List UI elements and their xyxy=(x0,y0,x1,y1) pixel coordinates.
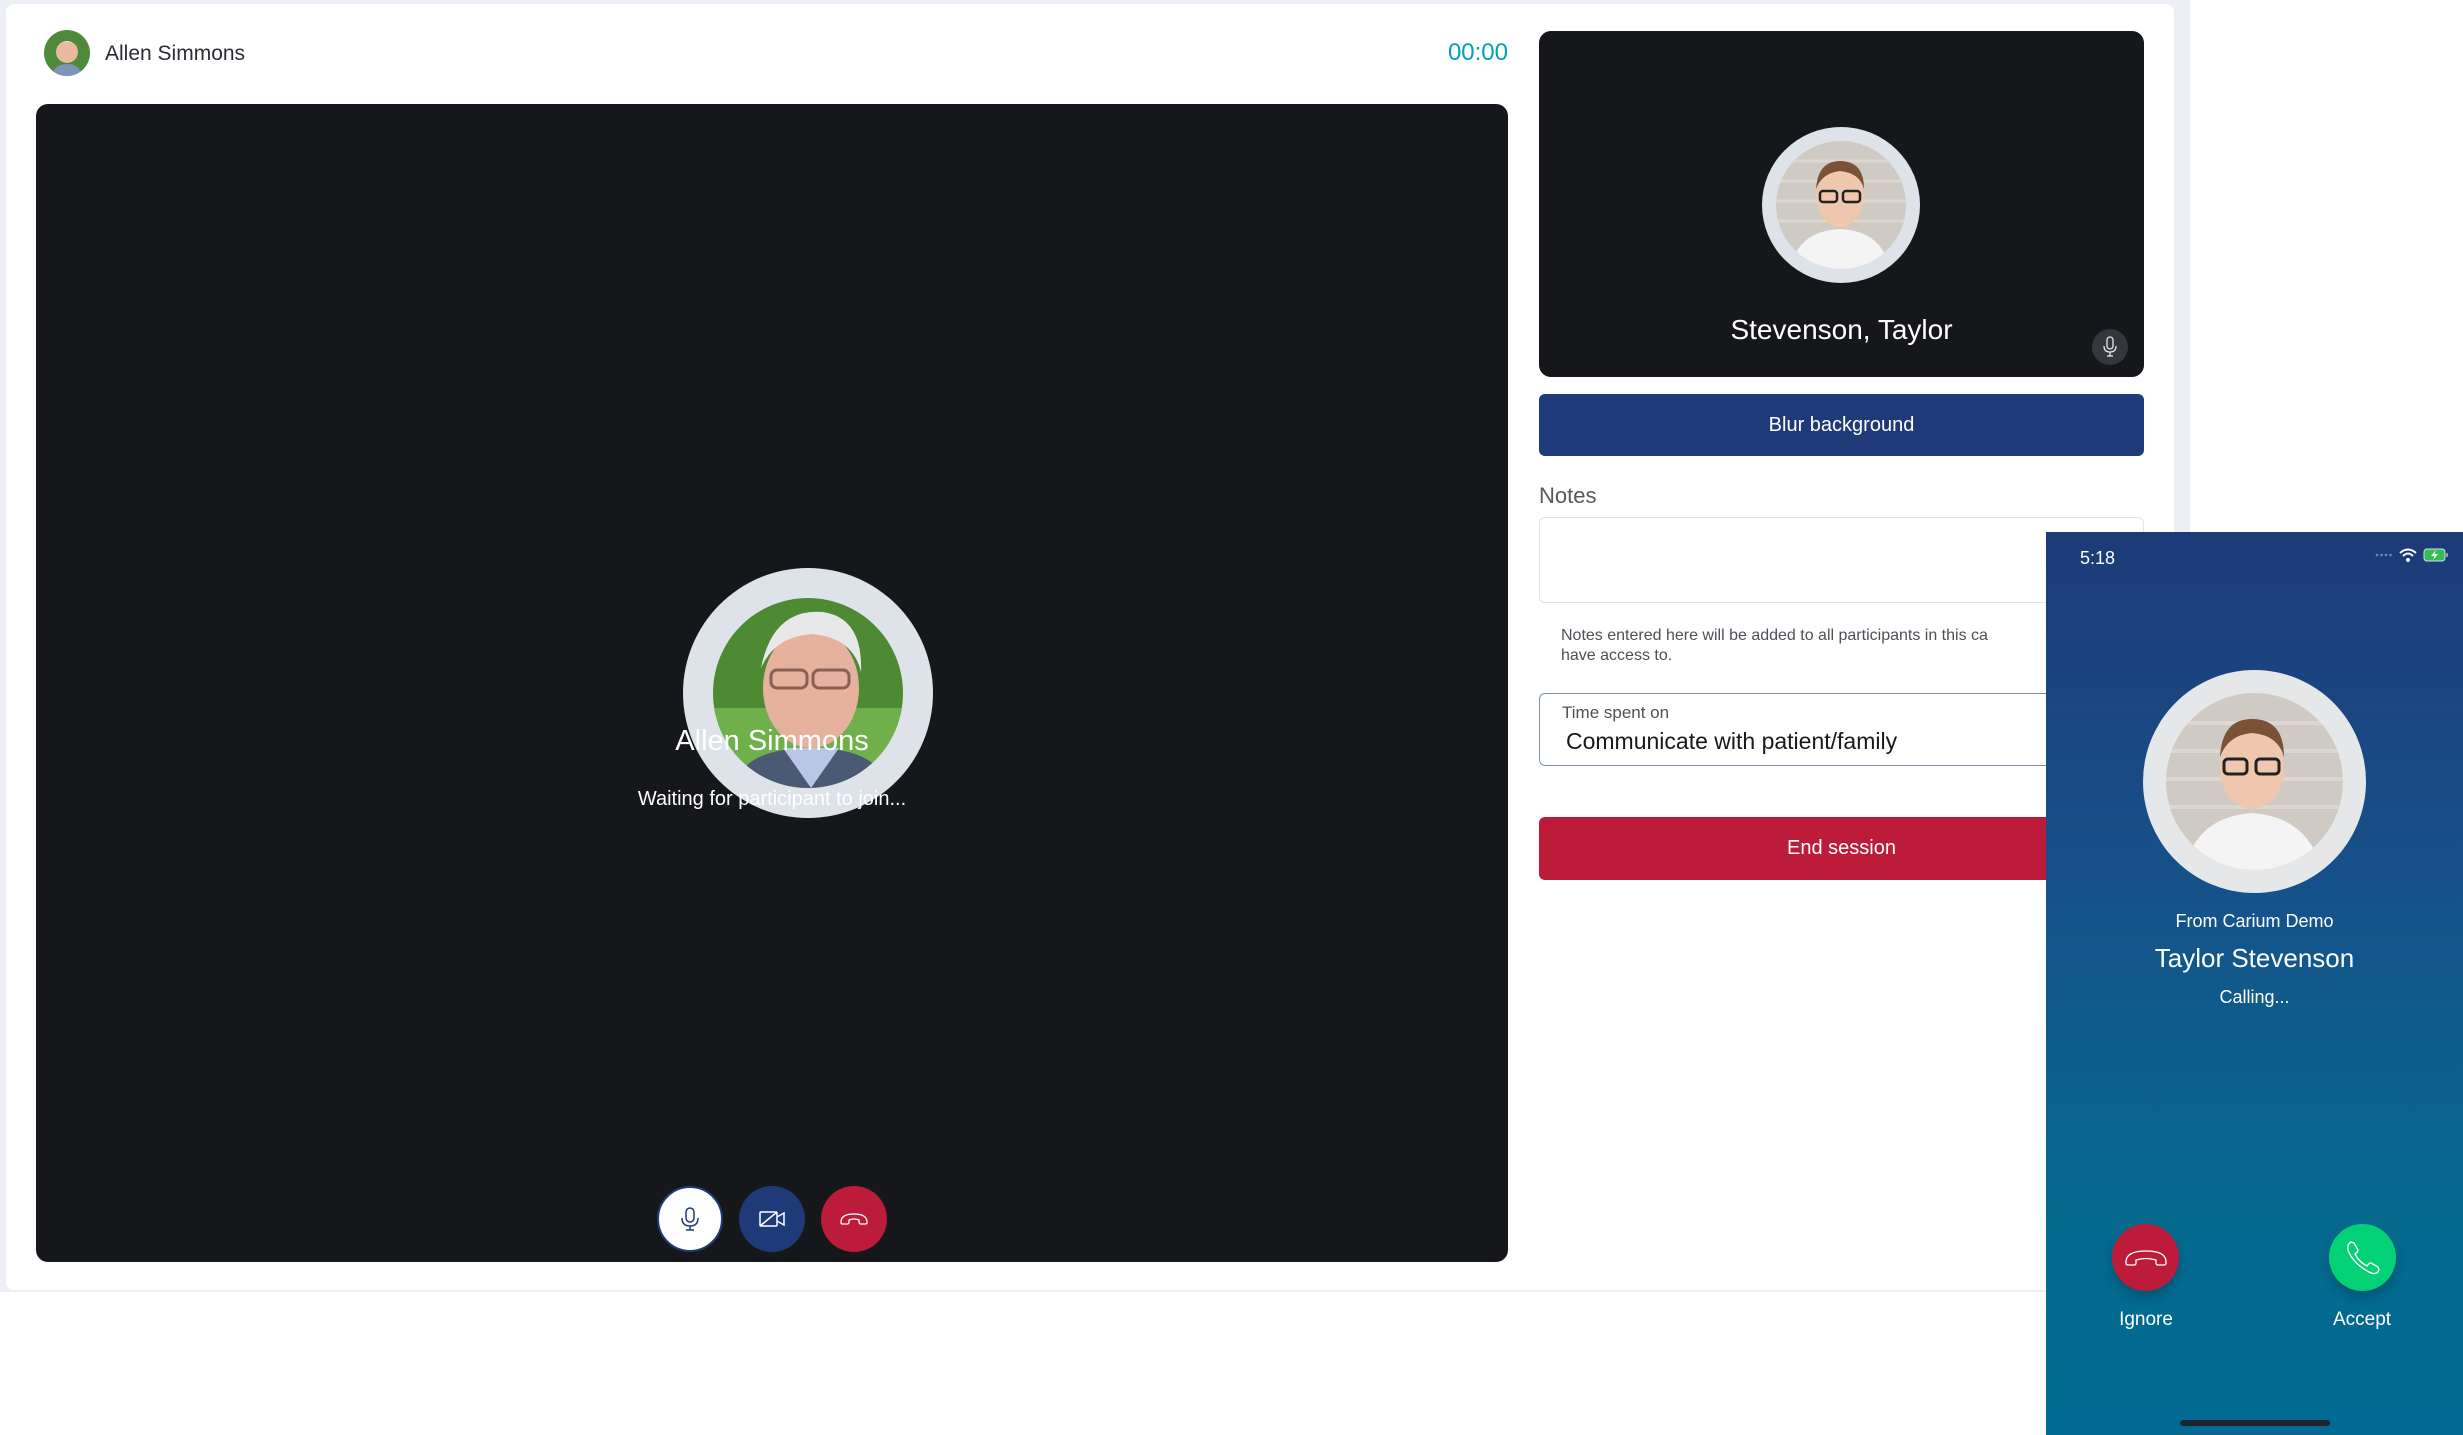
caller-organization: From Carium Demo xyxy=(2175,911,2334,931)
phone-hangup-icon xyxy=(840,1213,868,1225)
ignore-call-button[interactable] xyxy=(2112,1224,2179,1291)
wifi-icon xyxy=(2399,548,2417,562)
screen: Allen Simmons 00:00 Allen Simmons Waitin… xyxy=(0,0,2463,1435)
patient-avatar xyxy=(44,30,90,76)
participant-avatar-ring xyxy=(683,568,933,818)
phone-hangup-icon xyxy=(2124,1249,2167,1266)
mute-microphone-button[interactable] xyxy=(657,1186,723,1252)
time-spent-value: Communicate with patient/family xyxy=(1566,728,1898,754)
microphone-icon xyxy=(2103,336,2117,357)
hang-up-button[interactable] xyxy=(821,1186,887,1252)
microphone-icon xyxy=(681,1207,699,1231)
caller-name: Taylor Stevenson xyxy=(2154,943,2355,973)
participant-status: Waiting for participant to join... xyxy=(637,788,907,810)
phone-status-icons xyxy=(2375,548,2449,562)
caller-avatar xyxy=(2166,693,2343,870)
toggle-camera-button[interactable] xyxy=(739,1186,805,1252)
time-spent-label: Time spent on xyxy=(1562,703,1670,722)
camera-off-icon xyxy=(759,1211,785,1227)
incoming-call-phone-screen: 5:18 From Carium Demo Taylor Stevenson C… xyxy=(2046,532,2463,1435)
participant-name: Allen Simmons xyxy=(675,725,869,757)
accept-label: Accept xyxy=(2332,1309,2392,1330)
call-timer: 00:00 xyxy=(1447,39,1508,66)
battery-charging-icon xyxy=(2423,548,2448,562)
self-avatar-ring xyxy=(1762,127,1920,283)
phone-status-time: 5:18 xyxy=(2080,548,2116,568)
ignore-label: Ignore xyxy=(2119,1309,2173,1330)
self-name: Stevenson, Taylor xyxy=(1730,314,1953,345)
self-mic-status xyxy=(2092,329,2128,365)
phone-icon xyxy=(2346,1240,2380,1274)
self-view-tile: Stevenson, Taylor xyxy=(1539,31,2144,377)
main-video-area: Allen Simmons Waiting for participant to… xyxy=(36,104,1508,1262)
caller-avatar-ring xyxy=(2143,670,2366,893)
patient-name: Allen Simmons xyxy=(105,42,246,65)
self-avatar xyxy=(1776,141,1906,269)
call-state: Calling... xyxy=(2219,987,2290,1007)
signal-dots-icon xyxy=(2375,553,2392,557)
participant-avatar xyxy=(713,598,903,788)
home-indicator xyxy=(2180,1420,2330,1426)
blur-background-button[interactable]: Blur background xyxy=(1539,394,2144,456)
notes-label: Notes xyxy=(1539,483,1597,508)
accept-call-button[interactable] xyxy=(2329,1224,2396,1291)
